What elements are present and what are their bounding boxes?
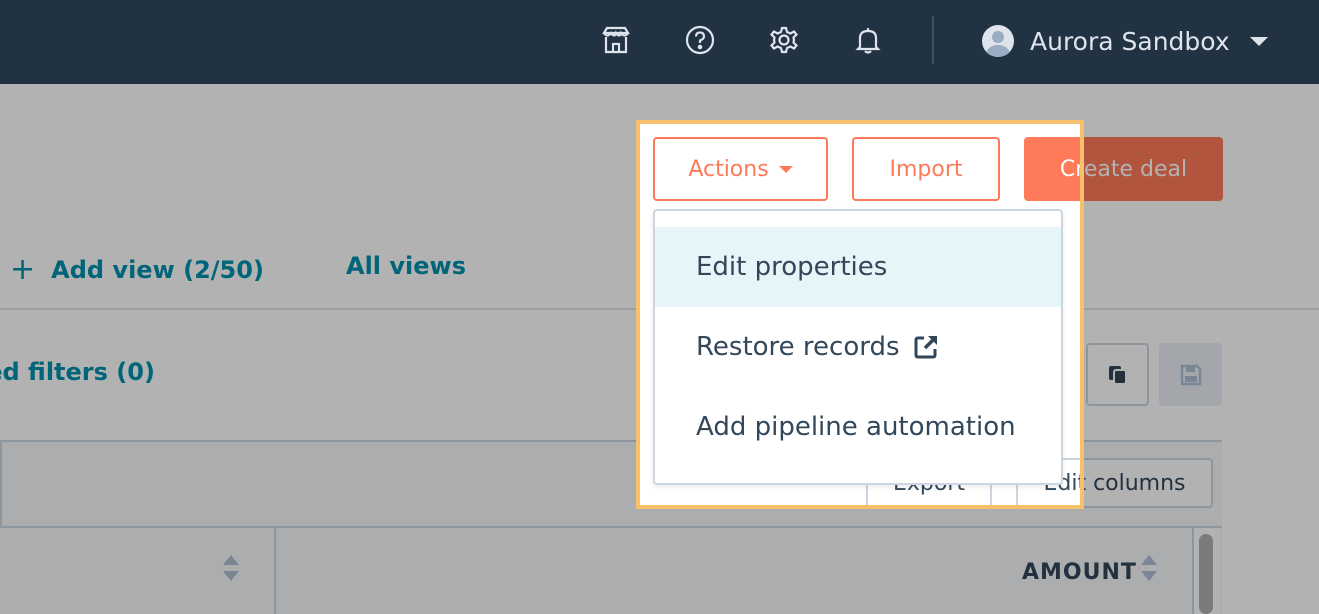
import-label: Import	[889, 156, 963, 182]
actions-dropdown-menu: Edit properties Restore records Add pipe…	[653, 209, 1063, 485]
highlight-frame: Actions Import Create deal Export Edit c…	[636, 120, 1084, 509]
help-icon[interactable]	[684, 24, 716, 56]
import-button[interactable]: Import	[852, 137, 1000, 201]
nav-divider	[932, 16, 934, 64]
menu-item-label: Edit properties	[696, 252, 888, 282]
settings-icon[interactable]	[768, 24, 800, 56]
menu-item-add-pipeline-automation[interactable]: Add pipeline automation	[655, 387, 1061, 467]
marketplace-icon[interactable]	[600, 24, 632, 56]
external-link-icon	[914, 335, 937, 359]
chevron-down-icon	[1249, 36, 1268, 46]
create-deal-label: Create deal	[1059, 156, 1084, 182]
menu-item-edit-properties[interactable]: Edit properties	[655, 227, 1061, 307]
avatar	[982, 25, 1014, 57]
account-menu[interactable]: Aurora Sandbox	[982, 22, 1268, 60]
menu-item-label: Restore records	[696, 332, 900, 362]
caret-down-icon	[778, 165, 793, 173]
top-navigation-bar: Aurora Sandbox	[0, 0, 1319, 84]
actions-label: Actions	[688, 156, 769, 182]
menu-item-restore-records[interactable]: Restore records	[655, 307, 1061, 387]
notifications-icon[interactable]	[852, 24, 884, 56]
actions-button[interactable]: Actions	[653, 137, 828, 201]
create-deal-button-highlighted[interactable]: Create deal	[1024, 137, 1084, 201]
account-name: Aurora Sandbox	[1030, 26, 1230, 56]
menu-item-label: Add pipeline automation	[696, 412, 1016, 442]
